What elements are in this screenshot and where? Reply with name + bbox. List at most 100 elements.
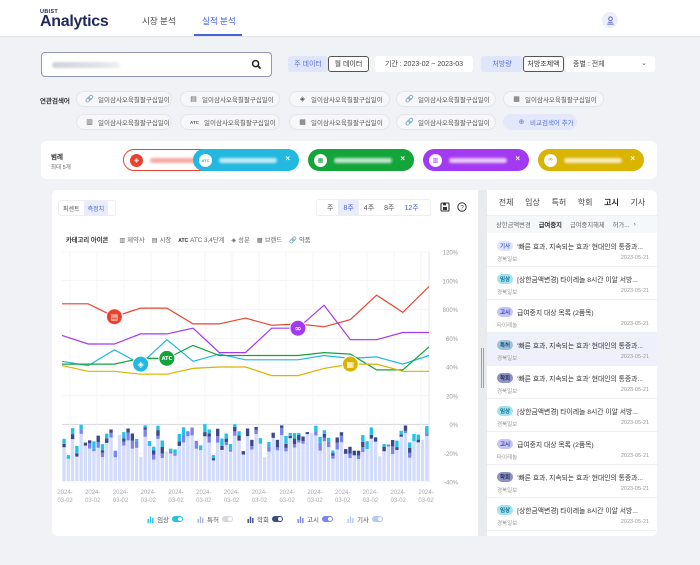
bar-legend-toggle[interactable]: 기사 — [347, 514, 383, 524]
legend-pill[interactable]: ▥ × — [423, 149, 529, 171]
period-week[interactable]: 주 — [317, 200, 338, 216]
period-4w[interactable]: 4주 — [359, 200, 379, 216]
weekly-data-button[interactable]: 주 데이터 — [288, 56, 328, 72]
related-keyword-chip[interactable]: ◈ 일이삼사오육칠팔구십일이 — [289, 91, 390, 107]
legend-pill[interactable]: ATC × — [193, 149, 299, 171]
stacked-bar-segment — [284, 451, 288, 481]
add-compare-keyword-button[interactable]: ⊕ 비교검색어 추가 — [503, 114, 577, 130]
news-tab[interactable]: 임상 — [525, 197, 540, 208]
stacked-bar-segment — [100, 444, 105, 451]
remove-legend-icon[interactable]: × — [515, 154, 520, 163]
news-title: [상한금액변경] 타이레놀 8시간 이알 서방... — [517, 277, 638, 284]
help-icon[interactable]: ? — [457, 202, 467, 212]
x-tick-label: 03-02 — [224, 498, 240, 504]
news-tab[interactable]: 전체 — [499, 197, 514, 208]
stacked-bar-segment — [177, 433, 181, 442]
toggle-switch[interactable] — [222, 516, 234, 522]
tab-market-analysis[interactable]: 시장 분석 — [142, 15, 176, 27]
period-8w[interactable]: 8주 — [379, 200, 399, 216]
legend-pill[interactable]: ▦ × — [308, 149, 414, 171]
bar-legend-toggle[interactable]: 특허 — [197, 514, 234, 524]
stacked-bar-segment — [314, 425, 318, 432]
news-tab[interactable]: 학회 — [578, 197, 593, 208]
news-item[interactable]: 특허 '빠른 효과, 지속되는 효과' 현대인의 통증과... 경북일보 2023-0… — [487, 333, 657, 366]
panel-resize-handle[interactable] — [478, 190, 487, 536]
news-date: 2023-05-21 — [620, 255, 649, 261]
news-item[interactable]: 고시 급여중지 대상 목록 (2품목) 타이레놀 2023-05-21 — [487, 300, 657, 333]
stacked-bar-segment — [245, 436, 250, 481]
stacked-bar-segment — [318, 442, 322, 451]
related-keyword-chip[interactable]: 🔗 일이삼사오육칠팔구십일이 — [76, 91, 172, 107]
stacked-bar-segment — [173, 455, 177, 481]
stacked-bar-segment — [147, 440, 152, 446]
news-title: '빠른 효과, 지속되는 효과' 현대인의 통증과... — [517, 376, 644, 383]
news-title: '빠른 효과, 지속되는 효과' 현대인의 통증과... — [517, 475, 644, 482]
news-subtab[interactable]: 허가... — [613, 220, 630, 229]
news-item[interactable]: 기사 '빠른 효과, 지속되는 효과' 현대인의 통증과... 경북일보 2023-0… — [487, 234, 657, 267]
news-item[interactable]: 학회 '빠른 효과, 지속되는 효과' 현대인의 통증과... 경북일보 2023-0… — [487, 465, 657, 498]
news-item[interactable]: 임상 [상한금액변경] 타이레놀 8시간 이알 서방... 경북일보 2023-05-… — [487, 498, 657, 531]
bar-legend-label: 임상 — [157, 517, 170, 524]
remove-legend-icon[interactable]: × — [630, 154, 635, 163]
brand-logo[interactable]: Analytics — [40, 13, 109, 31]
news-subtab[interactable]: 상한금액변경 — [496, 220, 531, 229]
mode-measure[interactable]: 측정치 — [83, 200, 109, 216]
related-keyword-chip[interactable]: ▦ 일이삼사오육칠팔구십일이 — [289, 114, 390, 130]
monthly-data-button[interactable]: 월 데이터 — [328, 56, 369, 72]
toggle-switch[interactable] — [321, 516, 333, 522]
related-keyword-chip[interactable]: 🔗 일이삼사오육칠팔구십일이 — [396, 91, 496, 107]
news-item[interactable]: 학회 '빠른 효과, 지속되는 효과' 현대인의 통증과... 경북일보 2023-0… — [487, 366, 657, 399]
search-icon[interactable] — [251, 59, 262, 70]
related-keyword-chip[interactable]: ▥ 일이삼사오육칠팔구십일이 — [76, 114, 172, 130]
bar-legend-toggle[interactable]: 학회 — [247, 514, 283, 524]
type-select[interactable]: 종별 : 전체 ⌄ — [566, 56, 655, 72]
save-icon[interactable] — [440, 202, 450, 212]
toggle-switch[interactable] — [371, 516, 383, 522]
news-subtab[interactable]: 급여중지 — [539, 220, 562, 229]
related-keyword-chip[interactable]: 🔗 일이삼사오육칠팔구십일이 — [396, 114, 496, 130]
remove-legend-icon[interactable]: × — [285, 154, 290, 163]
legend-pill[interactable]: ∞ × — [538, 149, 644, 171]
news-item[interactable]: 임상 [상한금액변경] 타이레놀 8시간 이알 서방... 경북일보 2023-05-… — [487, 267, 657, 300]
bar-legend-toggle[interactable]: 임상 — [147, 514, 184, 524]
stacked-bar-segment — [224, 438, 228, 443]
stacked-bar-segment — [399, 430, 403, 435]
stacked-bar-segment — [267, 446, 271, 452]
stacked-bar-segment — [122, 432, 126, 439]
prescription-volume-button[interactable]: 처방량 — [481, 56, 523, 72]
news-item[interactable]: 임상 [상한금액변경] 타이레놀 8시간 이알 서방... 경북일보 2023-05-… — [487, 399, 657, 432]
related-keyword-chip[interactable]: ▦ 일이삼사오육칠팔구십일이 — [503, 91, 604, 107]
toggle-switch[interactable] — [172, 516, 184, 522]
stacked-bar-segment — [254, 433, 258, 481]
series-marker-glyph: ▤ — [111, 312, 119, 321]
stacked-bar-segment — [190, 435, 194, 481]
x-tick-label: 03-02 — [141, 498, 157, 504]
user-button[interactable] — [602, 12, 618, 28]
stacked-bar-segment — [301, 436, 305, 442]
news-tab[interactable]: 고시 — [604, 197, 619, 208]
stacked-bar-segment — [408, 447, 412, 453]
toggle-switch[interactable] — [271, 516, 283, 522]
period-8w-selected[interactable]: 8주 — [338, 199, 359, 216]
news-tab[interactable]: 특허 — [551, 197, 566, 208]
period-12w[interactable]: 12주 — [399, 200, 423, 216]
tab-performance-analysis[interactable]: 실적 분석 — [202, 15, 236, 27]
stacked-bar-segment — [224, 442, 228, 446]
prescription-amount-button[interactable]: 처방조제액 — [523, 56, 564, 72]
mode-percent[interactable]: 퍼센트 — [59, 201, 84, 216]
news-tab[interactable]: 기사 — [630, 197, 645, 208]
stacked-bar-segment — [62, 447, 66, 481]
remove-legend-icon[interactable]: × — [400, 154, 405, 163]
news-subtab[interactable]: 급여중지해제 — [570, 220, 605, 229]
stacked-bar-segment — [220, 445, 224, 450]
chevron-right-icon[interactable]: › — [634, 221, 636, 228]
news-item[interactable]: 고시 급여중지 대상 목록 (2품목) 타이레놀 2023-05-21 — [487, 432, 657, 465]
stacked-bar-segment — [233, 424, 237, 428]
period-picker[interactable]: 기간 : 2023-02 ~ 2023-03 — [375, 56, 473, 72]
related-keyword-chip[interactable]: ATC 일이삼사오육칠팔구십일이 — [180, 114, 280, 130]
search-input[interactable] — [41, 52, 272, 77]
related-keyword-chip[interactable]: ▤ 일이삼사오육칠팔구십일이 — [180, 91, 280, 107]
bar-legend-toggle[interactable]: 고시 — [297, 514, 333, 524]
stacked-bar-segment — [169, 448, 173, 452]
stacked-bar-segment — [408, 457, 412, 481]
